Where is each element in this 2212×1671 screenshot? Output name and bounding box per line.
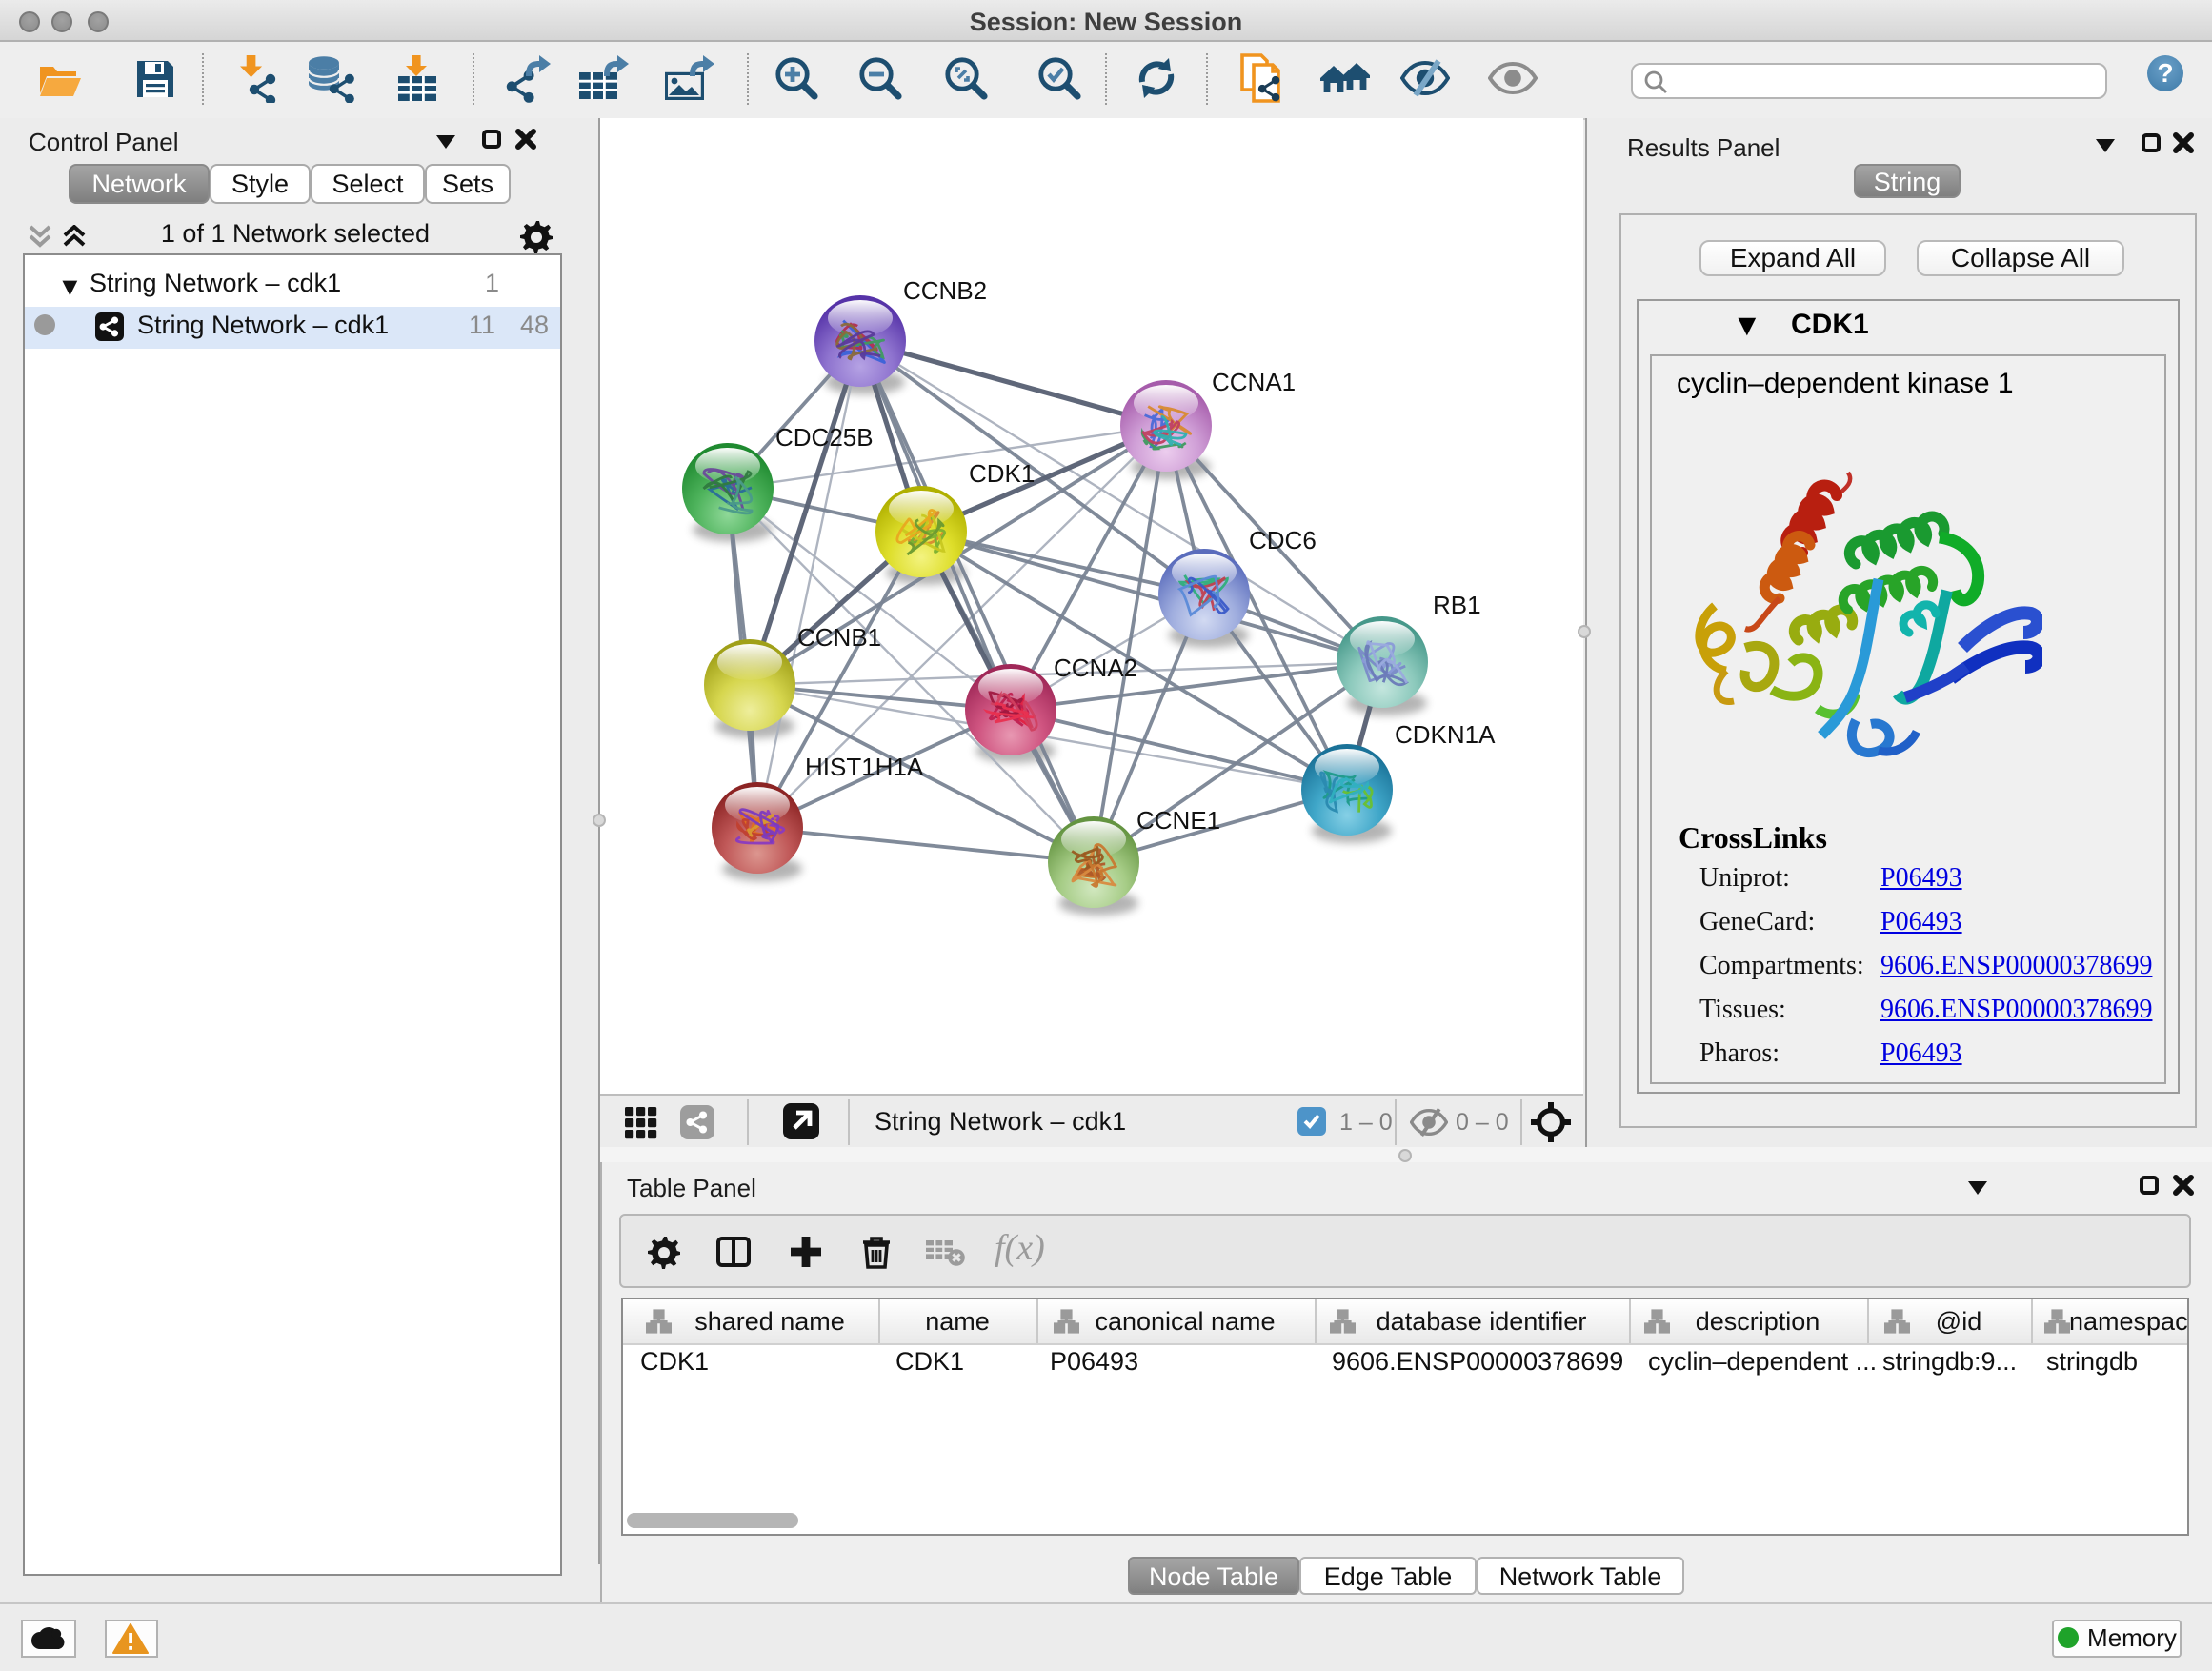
svg-text:CCNB1: CCNB1 [797,623,881,652]
svg-text:CDK1: CDK1 [969,459,1035,488]
svg-text:CCNA2: CCNA2 [1054,654,1137,682]
svg-text:HIST1H1A: HIST1H1A [805,753,924,781]
svg-text:CCNA1: CCNA1 [1212,368,1296,396]
svg-text:CCNB2: CCNB2 [903,276,987,305]
svg-text:RB1: RB1 [1433,591,1481,619]
svg-text:CDKN1A: CDKN1A [1395,720,1496,749]
svg-text:CDC6: CDC6 [1249,526,1317,554]
svg-text:CCNE1: CCNE1 [1136,806,1220,835]
svg-text:CDC25B: CDC25B [775,423,874,452]
